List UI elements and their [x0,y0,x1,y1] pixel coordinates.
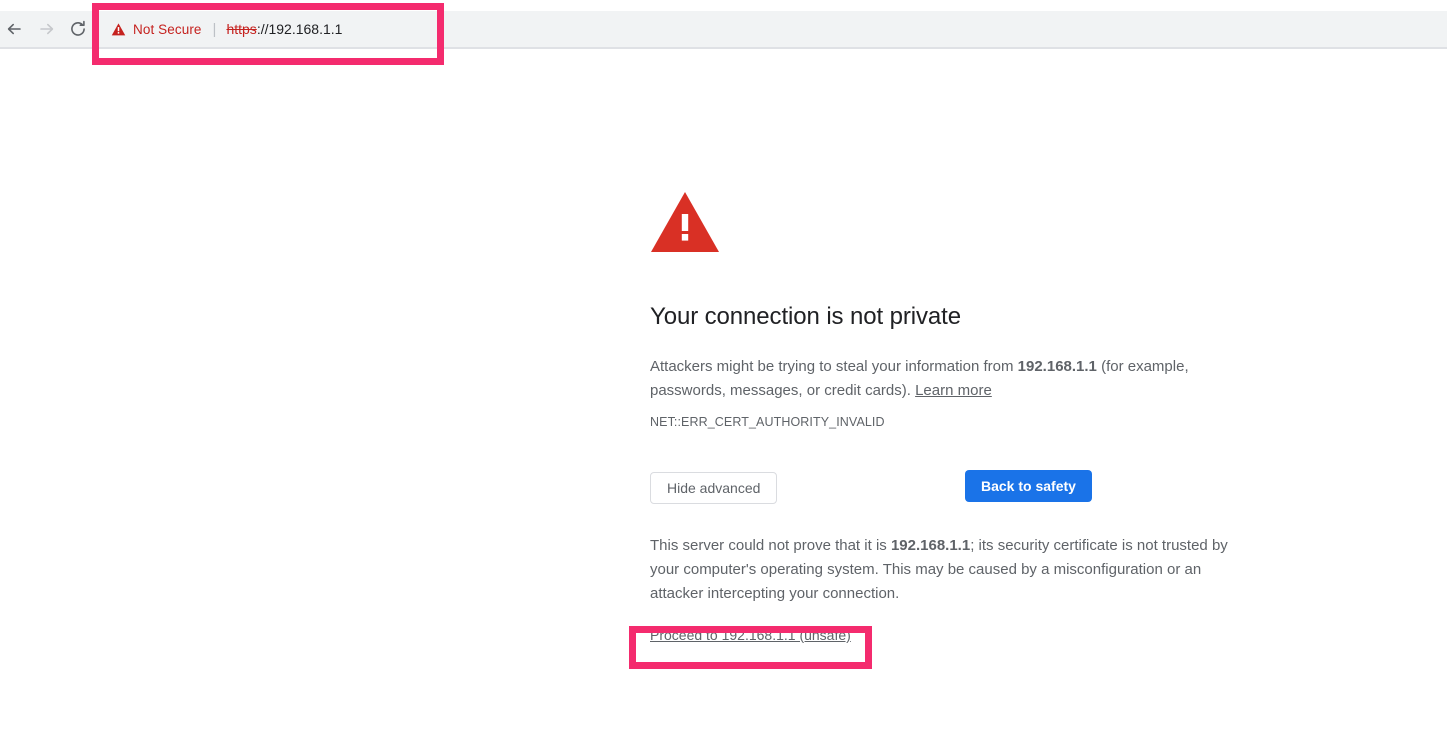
error-code: NET::ERR_CERT_AUTHORITY_INVALID [650,415,1270,429]
lead-text-before: Attackers might be trying to steal your … [650,358,1018,375]
learn-more-link[interactable]: Learn more [915,382,992,399]
proceed-unsafe-link[interactable]: Proceed to 192.168.1.1 (unsafe) [650,627,851,643]
advanced-host: 192.168.1.1 [891,537,970,554]
toolbar-divider [0,47,1447,49]
reload-icon [68,19,88,39]
forward-arrow-icon [37,19,57,39]
back-button[interactable] [3,18,25,40]
page-title: Your connection is not private [650,302,1270,332]
advanced-explanation: This server could not prove that it is 1… [650,534,1250,606]
forward-button[interactable] [36,18,58,40]
omnibox-warning-triangle-icon [111,22,126,37]
hide-advanced-button[interactable]: Hide advanced [650,472,777,504]
omnibox-separator: | [213,21,217,38]
omnibox-url-text: https://192.168.1.1 [226,21,342,37]
warning-triangle-icon [650,190,1270,254]
back-arrow-icon [4,19,24,39]
button-row: Hide advanced Back to safety [650,472,1270,506]
address-bar[interactable]: Not Secure | https://192.168.1.1 [101,13,436,45]
lead-host: 192.168.1.1 [1018,358,1097,375]
url-rest: ://192.168.1.1 [257,21,343,37]
lead-paragraph: Attackers might be trying to steal your … [650,355,1215,403]
url-scheme: https [226,21,256,37]
advanced-text-before: This server could not prove that it is [650,537,891,554]
not-secure-label: Not Secure [133,22,202,37]
back-to-safety-button[interactable]: Back to safety [965,470,1092,502]
reload-button[interactable] [67,18,89,40]
ssl-interstitial: Your connection is not private Attackers… [650,190,1270,645]
